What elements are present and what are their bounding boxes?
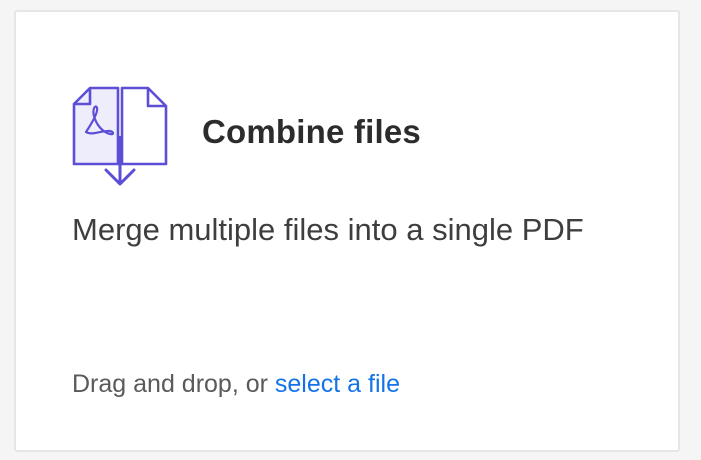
drop-prefix-text: Drag and drop, or — [72, 370, 275, 398]
combine-files-card[interactable]: Combine files Merge multiple files into … — [14, 10, 680, 452]
card-description: Merge multiple files into a single PDF — [72, 212, 584, 247]
select-file-link[interactable]: select a file — [275, 370, 400, 398]
card-title: Combine files — [202, 113, 421, 150]
combine-files-icon — [72, 86, 168, 186]
drop-zone-hint: Drag and drop, or select a file — [72, 370, 400, 399]
card-header: Combine files — [70, 84, 421, 188]
